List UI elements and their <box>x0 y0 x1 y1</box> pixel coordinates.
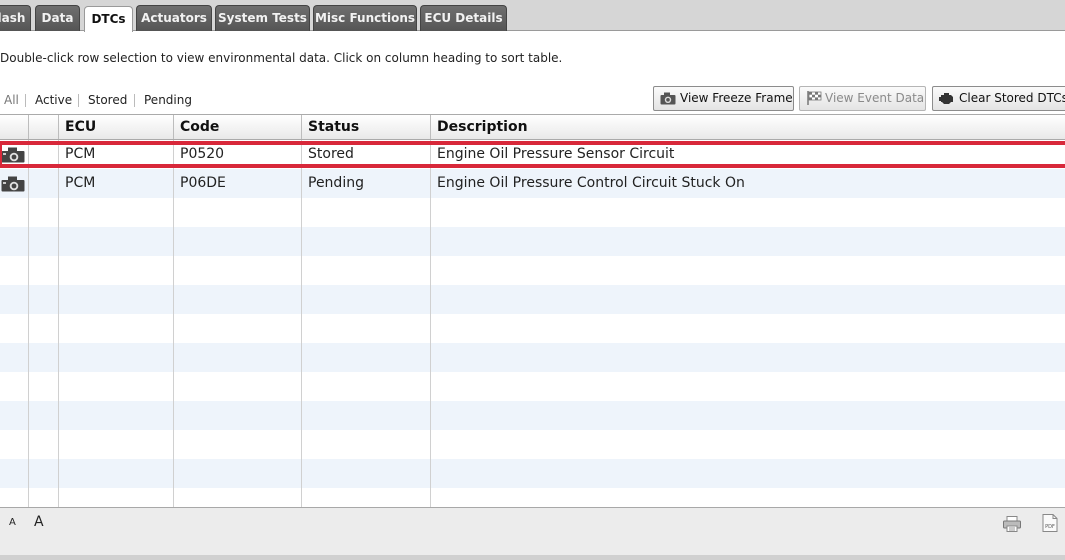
pdf-icon[interactable]: PDF <box>1042 514 1058 532</box>
tab-actuators[interactable]: Actuators <box>136 5 212 31</box>
bottom-edge <box>0 555 1065 560</box>
empty-row <box>0 314 1065 343</box>
code-cell: P06DE <box>180 175 226 191</box>
empty-row <box>0 343 1065 372</box>
ecu-cell: PCM <box>65 146 96 162</box>
column-divider <box>301 114 302 507</box>
description-cell: Engine Oil Pressure Control Circuit Stuc… <box>437 175 745 191</box>
status-cell: Pending <box>308 175 364 191</box>
tab-system-tests[interactable]: System Tests <box>215 5 310 31</box>
header-divider <box>430 115 431 139</box>
view-freeze-frame-button[interactable]: View Freeze Frame <box>653 86 794 111</box>
column-divider <box>173 114 174 507</box>
empty-row <box>0 488 1065 507</box>
filter-divider <box>25 94 26 107</box>
table-header: ECU Code Status Description <box>0 114 1065 140</box>
empty-row <box>0 372 1065 401</box>
tab-misc-functions[interactable]: Misc Functions <box>313 5 417 31</box>
table-row[interactable]: PCM P06DE Pending Engine Oil Pressure Co… <box>0 169 1065 198</box>
filter-divider <box>78 94 79 107</box>
filter-stored[interactable]: Stored <box>88 92 127 108</box>
tab-data[interactable]: Data <box>35 5 80 31</box>
header-divider <box>28 115 29 139</box>
camera-icon[interactable] <box>1 147 25 163</box>
printer-icon[interactable] <box>1003 516 1021 532</box>
filter-active[interactable]: Active <box>35 92 72 108</box>
checkered-flag-icon <box>807 91 822 105</box>
column-header-code[interactable]: Code <box>180 115 219 139</box>
status-cell: Stored <box>308 146 354 162</box>
column-header-status[interactable]: Status <box>308 115 359 139</box>
column-divider <box>28 114 29 507</box>
tab-ecu-details[interactable]: ECU Details <box>420 5 507 31</box>
empty-row <box>0 256 1065 285</box>
empty-row <box>0 198 1065 227</box>
empty-row <box>0 430 1065 459</box>
empty-row <box>0 459 1065 488</box>
footer-bar: A A PDF <box>0 507 1065 560</box>
column-divider <box>58 114 59 507</box>
filter-all[interactable]: All <box>4 92 19 108</box>
increase-font-button[interactable]: A <box>34 514 44 530</box>
camera-icon <box>660 92 676 105</box>
header-divider <box>58 115 59 139</box>
filter-divider <box>134 94 135 107</box>
tab-flash[interactable]: lash <box>0 5 31 31</box>
column-header-ecu[interactable]: ECU <box>65 115 96 139</box>
empty-row <box>0 401 1065 430</box>
clear-stored-label: Clear Stored DTCs <box>959 91 1065 105</box>
column-header-description[interactable]: Description <box>437 115 528 139</box>
filter-pending[interactable]: Pending <box>144 92 192 108</box>
column-divider <box>430 114 431 507</box>
empty-row <box>0 227 1065 256</box>
event-data-label: View Event Data <box>825 91 925 105</box>
code-cell: P0520 <box>180 146 225 162</box>
clear-stored-dtcs-button[interactable]: Clear Stored DTCs <box>932 86 1065 111</box>
header-divider <box>173 115 174 139</box>
freeze-frame-label: View Freeze Frame <box>680 91 793 105</box>
view-event-data-button[interactable]: View Event Data <box>799 86 926 111</box>
empty-row <box>0 285 1065 314</box>
tab-dtcs[interactable]: DTCs <box>84 6 133 32</box>
tab-bar: lash Data DTCs Actuators System Tests Mi… <box>0 0 1065 32</box>
engine-icon <box>939 93 953 104</box>
header-divider <box>301 115 302 139</box>
ecu-cell: PCM <box>65 175 96 191</box>
description-cell: Engine Oil Pressure Sensor Circuit <box>437 146 675 162</box>
camera-icon[interactable] <box>1 176 25 192</box>
instructions-text: Double-click row selection to view envir… <box>0 51 563 65</box>
pdf-icon-label: PDF <box>1045 524 1055 530</box>
table-row[interactable]: PCM P0520 Stored Engine Oil Pressure Sen… <box>0 140 1065 169</box>
decrease-font-button[interactable]: A <box>9 517 16 528</box>
dtc-table: PCM P0520 Stored Engine Oil Pressure Sen… <box>0 114 1065 507</box>
